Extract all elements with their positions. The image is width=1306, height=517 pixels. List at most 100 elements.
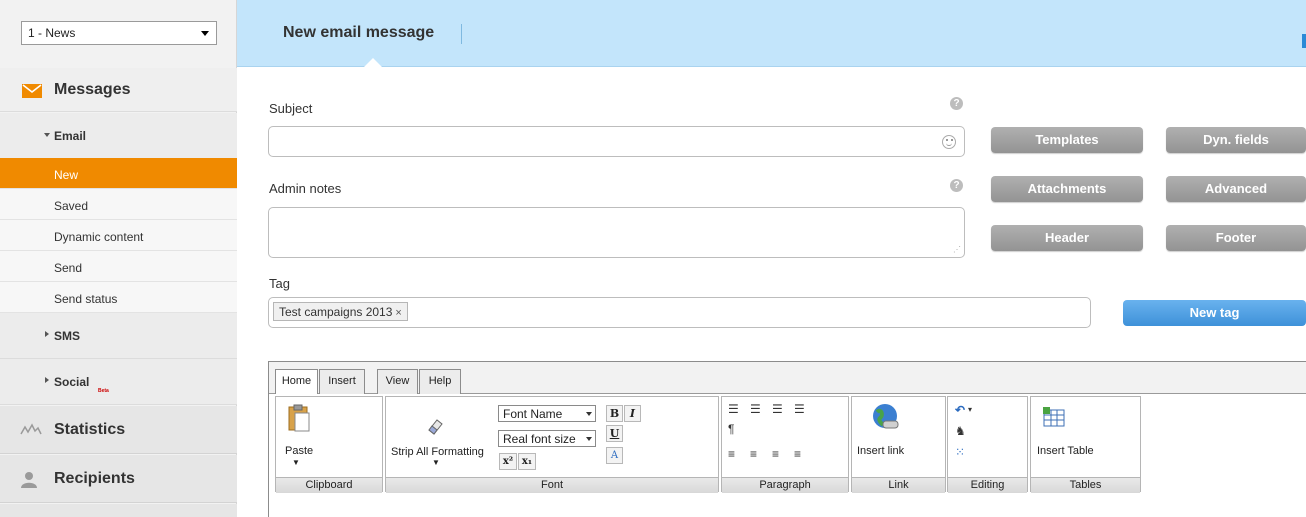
insert-table-button[interactable]: Insert Table — [1037, 445, 1094, 457]
font-size-select[interactable]: Real font size — [498, 430, 596, 447]
ribbon-group-tables: Insert Table Tables — [1030, 396, 1141, 493]
underline-button[interactable]: U — [606, 425, 623, 442]
sidebar-section-title: Statistics — [54, 421, 126, 438]
remove-tag-icon[interactable]: × — [395, 307, 401, 319]
select-all-icon[interactable]: ⁙ — [955, 445, 965, 459]
tab-insert[interactable]: Insert — [319, 369, 365, 394]
list-select[interactable]: 1 - News — [21, 21, 217, 45]
bold-button[interactable]: B — [606, 405, 623, 422]
subscript-icon[interactable]: x₁ — [518, 453, 536, 470]
sidebar-item-new[interactable]: New — [0, 158, 237, 189]
group-caption: Link — [852, 477, 945, 493]
align-justify-icon[interactable]: ≡ — [794, 447, 801, 461]
help-icon[interactable]: ? — [950, 97, 963, 110]
font-name-select[interactable]: Font Name — [498, 405, 596, 422]
outdent-icon[interactable]: ☰ — [772, 402, 783, 416]
sidebar-section-recipients[interactable]: Recipients — [0, 455, 237, 503]
admin-notes-label: Admin notes — [269, 181, 342, 196]
tag-chip-label: Test campaigns 2013 — [279, 305, 393, 319]
group-caption: Paragraph — [722, 477, 848, 493]
globe-link-icon — [873, 404, 899, 429]
chevron-down-icon — [201, 31, 209, 36]
header-divider — [461, 24, 462, 44]
align-center-icon[interactable]: ≡ — [750, 447, 757, 461]
tag-input[interactable]: Test campaigns 2013 × — [268, 297, 1091, 328]
page-header: New email message — [237, 0, 1306, 68]
chevron-down-icon — [586, 437, 592, 441]
eraser-icon — [428, 419, 443, 435]
sidebar-group-social[interactable]: Social Beta — [0, 359, 237, 405]
resize-handle-icon[interactable]: ⋰ — [953, 245, 961, 254]
admin-notes-textarea[interactable]: ⋰ — [268, 207, 965, 258]
italic-button[interactable]: I — [624, 405, 641, 422]
align-left-icon[interactable]: ≡ — [728, 447, 735, 461]
font-color-icon[interactable]: A — [606, 447, 623, 464]
tab-help[interactable]: Help — [419, 369, 461, 394]
sidebar-group-sms[interactable]: SMS — [0, 313, 237, 359]
editor-content-area[interactable] — [269, 493, 1306, 517]
page-title: New email message — [283, 24, 435, 41]
advanced-button[interactable]: Advanced — [1166, 176, 1306, 202]
envelope-icon — [22, 84, 42, 98]
sidebar-section-statistics[interactable]: Statistics — [0, 406, 237, 454]
new-tag-button[interactable]: New tag — [1123, 300, 1306, 326]
chart-line-icon — [20, 423, 42, 435]
paste-icon — [288, 404, 310, 432]
tab-view[interactable]: View — [377, 369, 418, 394]
strip-formatting-button[interactable]: Strip All Formatting — [391, 446, 484, 458]
sidebar-group-email[interactable]: Email — [0, 113, 237, 159]
subject-label: Subject — [269, 101, 313, 116]
insert-table-icon — [1043, 407, 1065, 427]
header-pointer — [363, 58, 383, 68]
sidebar-item-send[interactable]: Send — [0, 251, 237, 282]
templates-button[interactable]: Templates — [991, 127, 1143, 153]
ribbon-group-paragraph: ☰ ☰ ☰ ☰ ¶ ≡ ≡ ≡ ≡ Paragraph — [721, 396, 849, 493]
sidebar-section-messages[interactable]: Messages — [0, 68, 237, 112]
indent-icon[interactable]: ☰ — [794, 402, 805, 416]
numbered-list-icon[interactable]: ☰ — [750, 402, 761, 416]
sidebar-item-dynamic-content[interactable]: Dynamic content — [0, 220, 237, 251]
sidebar-group-label: Social — [54, 375, 90, 389]
sidebar: 1 - News Messages Email New Saved Dynami… — [0, 0, 237, 517]
sidebar-group-label: Email — [54, 129, 87, 143]
tag-chip: Test campaigns 2013 × — [273, 302, 408, 321]
sidebar-footer — [0, 504, 237, 517]
editor-tab-bar: Home Insert View Help — [269, 362, 1306, 395]
bullet-list-icon[interactable]: ☰ — [728, 402, 739, 416]
sidebar-item-send-status[interactable]: Send status — [0, 282, 237, 313]
emoji-icon[interactable] — [942, 135, 956, 149]
subject-input[interactable] — [268, 126, 965, 157]
beta-badge: Beta — [98, 388, 109, 394]
font-name-value: Font Name — [503, 407, 563, 421]
header-button[interactable]: Header — [991, 225, 1143, 251]
ribbon-group-editing: ↶ ▾ ♞ ⁙ Editing — [947, 396, 1028, 493]
user-icon — [21, 472, 37, 488]
header-edge-marker — [1302, 34, 1306, 48]
caret-down-icon — [44, 133, 50, 137]
chevron-down-icon[interactable]: ▾ — [968, 403, 972, 417]
align-right-icon[interactable]: ≡ — [772, 447, 779, 461]
group-caption: Editing — [948, 477, 1027, 493]
chevron-down-icon[interactable]: ▼ — [292, 458, 300, 467]
rich-text-editor: Home Insert View Help Paste ▼ Clipboard — [268, 361, 1306, 517]
font-size-value: Real font size — [503, 432, 576, 446]
tab-home[interactable]: Home — [275, 369, 318, 395]
editor-ribbon: Paste ▼ Clipboard Strip All Formatting ▼… — [269, 394, 1306, 493]
insert-link-button[interactable]: Insert link — [857, 445, 904, 457]
paragraph-icon[interactable]: ¶ — [728, 422, 734, 436]
attachments-button[interactable]: Attachments — [991, 176, 1143, 202]
group-caption: Clipboard — [276, 477, 382, 493]
paste-button[interactable]: Paste — [285, 445, 313, 457]
tag-label: Tag — [269, 276, 290, 291]
caret-right-icon — [45, 377, 49, 383]
help-icon[interactable]: ? — [950, 179, 963, 192]
dyn-fields-button[interactable]: Dyn. fields — [1166, 127, 1306, 153]
footer-button[interactable]: Footer — [1166, 225, 1306, 251]
caret-right-icon — [45, 331, 49, 337]
sidebar-item-saved[interactable]: Saved — [0, 189, 237, 220]
undo-icon[interactable]: ↶ — [955, 403, 965, 417]
ribbon-group-clipboard: Paste ▼ Clipboard — [275, 396, 383, 493]
superscript-icon[interactable]: x² — [499, 453, 517, 470]
chevron-down-icon[interactable]: ▼ — [432, 458, 440, 467]
find-icon[interactable]: ♞ — [955, 424, 966, 438]
